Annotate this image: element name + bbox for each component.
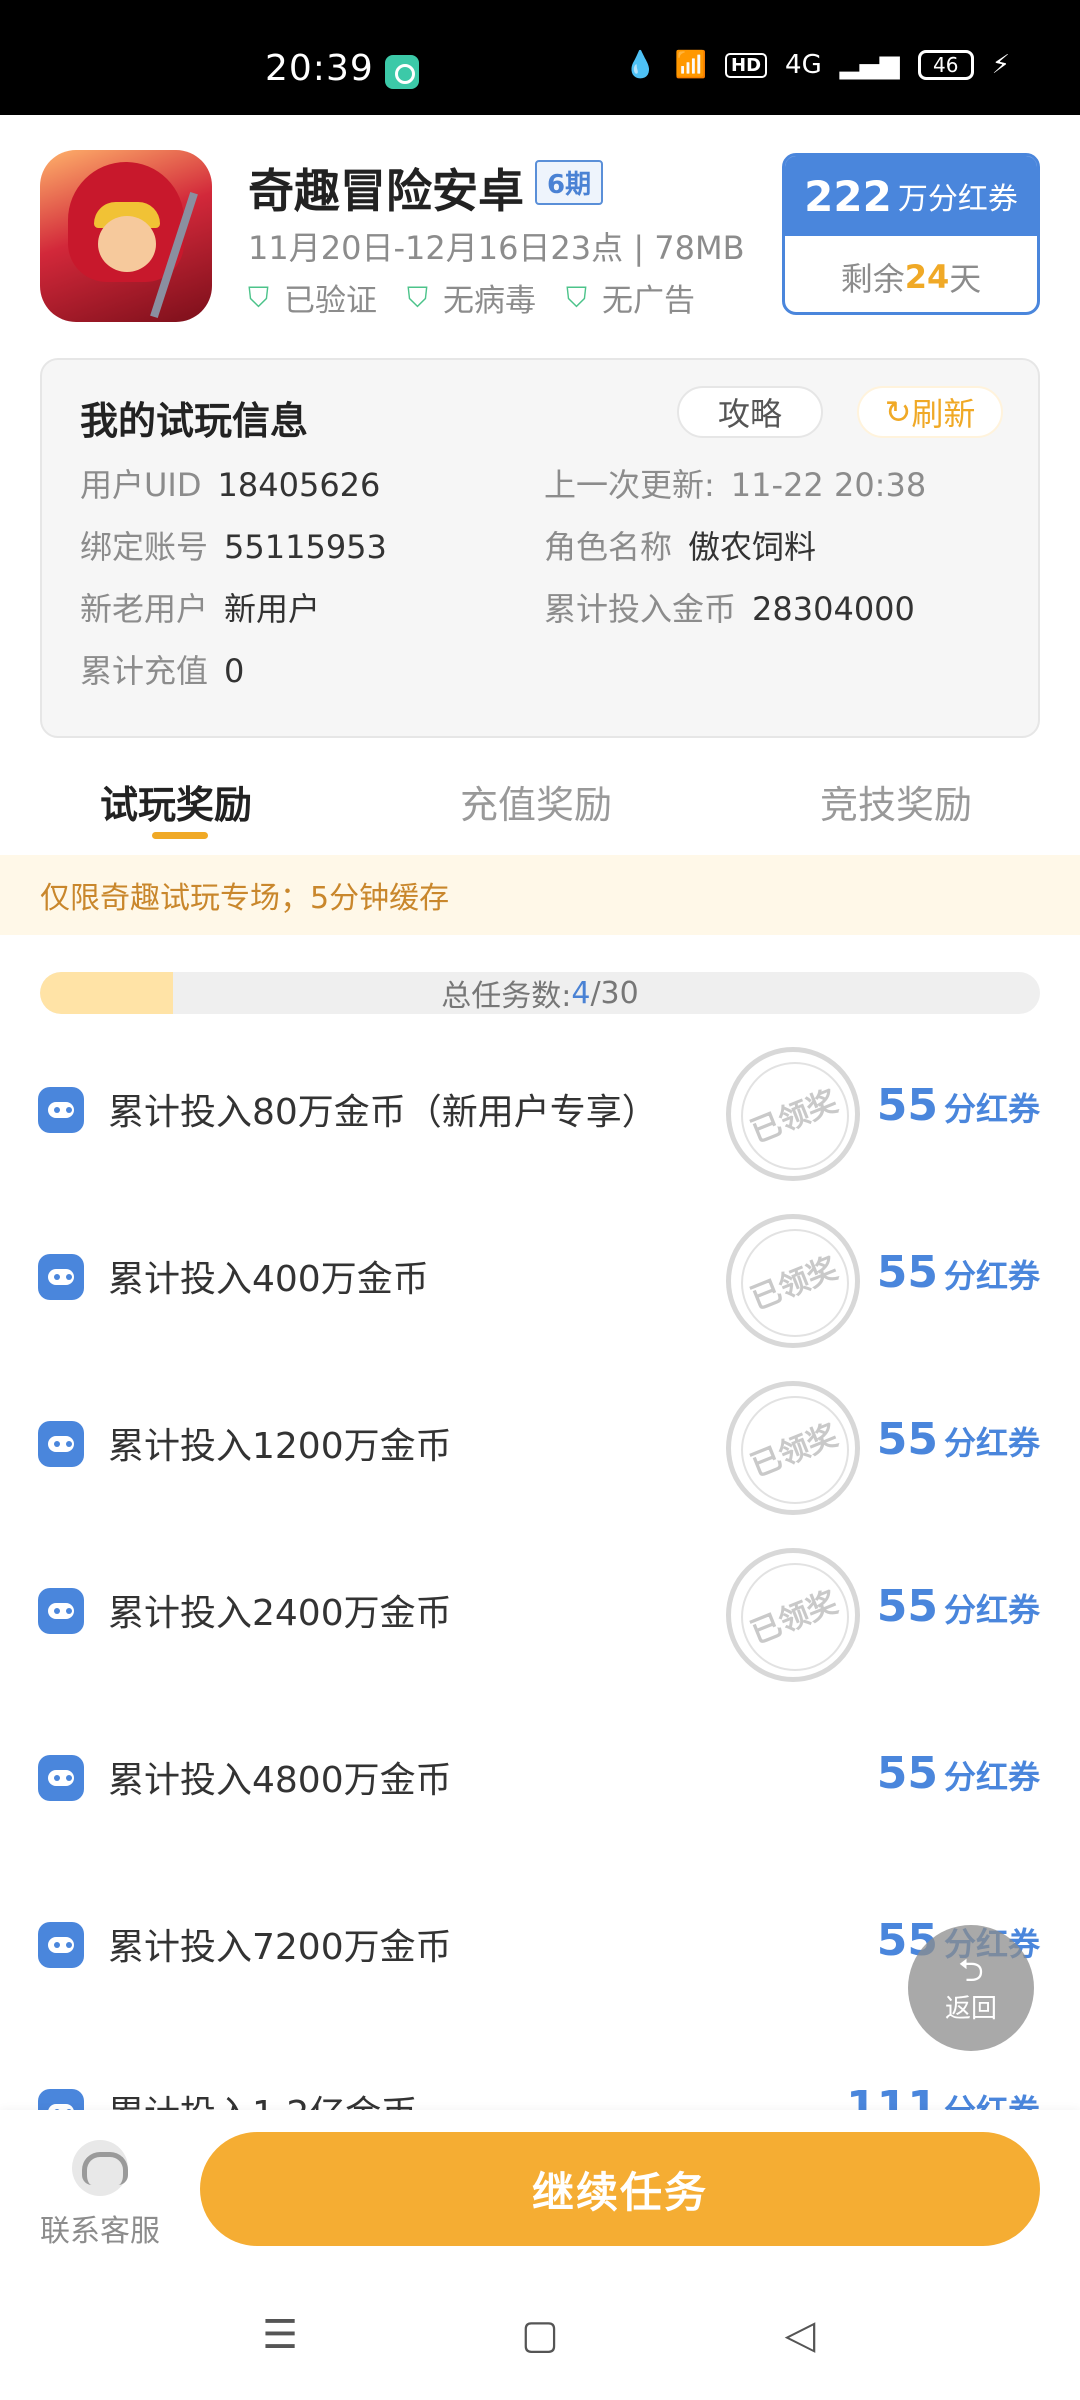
task-reward: 55分红券 xyxy=(876,1581,1040,1632)
task-row[interactable]: 累计投入400万金币 已领奖 55 分红券 xyxy=(0,1192,1080,1359)
task-label: 累计投入400万金币 xyxy=(108,1259,429,1300)
game-title: 奇趣冒险安卓 xyxy=(248,164,524,218)
battery-icon: 46 xyxy=(917,50,974,80)
task-row[interactable]: 累计投入80万金币（新用户专享） 已领奖 55 分红券 xyxy=(0,1025,1080,1192)
task-label: 累计投入1200万金币 xyxy=(108,1426,452,1467)
task-label: 累计投入1.2亿金币 xyxy=(108,2085,417,2110)
shield-check-icon: ⛉ xyxy=(248,280,270,314)
tab-competition-rewards[interactable]: 竞技奖励 xyxy=(820,774,972,829)
safety-badges: ⛉ 已验证 ⛉ 无病毒 ⛉ 无广告 xyxy=(248,275,695,320)
field-uid: 用户UID 18405626 xyxy=(80,466,381,504)
badge-verified: ⛉ 已验证 xyxy=(248,280,377,319)
claimed-stamp: 已领奖 xyxy=(726,1381,860,1515)
refresh-icon: ↻ xyxy=(884,393,912,431)
field-bound-account: 绑定账号 55115953 xyxy=(80,528,387,566)
wifi-icon: 📶 xyxy=(674,50,708,80)
trial-info-card: 我的试玩信息 攻略 ↻ 刷新 用户UID 18405626 上一次更新: 11-22 … xyxy=(40,358,1040,738)
gamepad-icon xyxy=(38,1922,84,1968)
period-badge: 6期 xyxy=(535,160,604,205)
remaining-days: 剩余 24 天 xyxy=(840,258,982,298)
field-user-type: 新老用户 新用户 xyxy=(80,590,321,628)
shield-check-icon: ⛉ xyxy=(566,280,588,314)
gamepad-icon xyxy=(38,1421,84,1467)
task-label: 累计投入80万金币（新用户专享） xyxy=(108,1092,658,1133)
back-float-button[interactable]: ⮌ 返回 xyxy=(908,1925,1034,2051)
field-total-coins: 累计投入金币 28304000 xyxy=(544,590,915,628)
field-total-recharge: 累计充值 0 xyxy=(80,652,245,690)
back-icon[interactable]: ◁ xyxy=(770,2305,830,2365)
bottom-action-bar: 联系客服 继续任务 xyxy=(0,2110,1080,2260)
task-reward: 55分红券 xyxy=(876,1247,1040,1298)
task-reward: 55分红券 xyxy=(876,1080,1040,1131)
field-role-name: 角色名称 傲农饲料 xyxy=(544,528,817,566)
headset-icon xyxy=(72,2140,128,2196)
reward-amount: 222 万分红券 xyxy=(785,156,1037,236)
signal-icon: ▂▄▆ xyxy=(839,50,900,80)
return-icon: ⮌ xyxy=(958,1950,984,1989)
refresh-button[interactable]: ↻ 刷新 xyxy=(857,386,1003,438)
tab-indicator xyxy=(152,832,208,839)
battery-level: 46 xyxy=(933,53,959,77)
shield-check-icon: ⛉ xyxy=(407,280,429,314)
status-time: 20:39 xyxy=(265,48,374,89)
notice-banner: 仅限奇趣试玩专场；5分钟缓存 xyxy=(0,855,1080,935)
status-bar: 20:39 💧 📶 HD 4G ▂▄▆ 46 ⚡ xyxy=(0,0,1080,115)
menu-icon[interactable]: ☰ xyxy=(250,2305,310,2365)
game-icon xyxy=(40,150,212,322)
game-meta: 11月20日-12月16日23点 | 78MB xyxy=(248,229,745,267)
task-row[interactable]: 累计投入4800万金币 55 分红券 xyxy=(0,1693,1080,1860)
system-nav-bar: ☰ ▢ ◁ xyxy=(0,2260,1080,2400)
gamepad-icon xyxy=(38,1588,84,1634)
task-label: 累计投入4800万金币 xyxy=(108,1760,452,1801)
gamepad-icon xyxy=(38,2089,84,2110)
claimed-stamp: 已领奖 xyxy=(726,1548,860,1682)
home-icon[interactable]: ▢ xyxy=(510,2305,570,2365)
field-last-update: 上一次更新: 11-22 20:38 xyxy=(544,466,927,504)
network-label: 4G xyxy=(785,50,822,80)
tab-trial-rewards[interactable]: 试玩奖励 xyxy=(100,774,252,829)
task-row[interactable]: 累计投入1200万金币 已领奖 55 分红券 xyxy=(0,1359,1080,1526)
task-row[interactable]: 累计投入2400万金币 已领奖 55 分红券 xyxy=(0,1526,1080,1693)
charging-icon: ⚡ xyxy=(991,50,1010,80)
total-reward-box: 222 万分红券 剩余 24 天 xyxy=(782,153,1040,315)
guide-button[interactable]: 攻略 xyxy=(677,386,823,438)
task-list: 累计投入80万金币（新用户专享） 已领奖 55 分红券 累计投入400万金币 已领奖 55 分… xyxy=(0,1025,1080,2110)
task-reward: 55分红券 xyxy=(876,1414,1040,1465)
notification-app-icon xyxy=(385,55,419,89)
gamepad-icon xyxy=(38,1254,84,1300)
task-label: 累计投入7200万金币 xyxy=(108,1927,452,1968)
claimed-stamp: 已领奖 xyxy=(726,1214,860,1348)
info-title: 我的试玩信息 xyxy=(80,399,309,443)
task-reward: 111分红券 xyxy=(846,2082,1040,2110)
gamepad-icon xyxy=(38,1755,84,1801)
status-icons: 💧 📶 HD 4G ▂▄▆ 46 ⚡ xyxy=(624,50,1010,80)
hd-icon: HD xyxy=(725,52,768,78)
task-progress-bar: 总任务数: 4/30 xyxy=(40,972,1040,1014)
tab-recharge-rewards[interactable]: 充值奖励 xyxy=(460,774,612,829)
gamepad-icon xyxy=(38,1087,84,1133)
task-row[interactable]: 累计投入1.2亿金币 111分红券 xyxy=(0,2027,1080,2110)
task-reward: 55分红券 xyxy=(876,1748,1040,1799)
progress-text: 总任务数: 4/30 xyxy=(441,975,639,1015)
reward-tabs: 试玩奖励 充值奖励 竞技奖励 xyxy=(0,762,1080,852)
customer-service-button[interactable]: 联系客服 xyxy=(30,2140,170,2250)
badge-no-virus: ⛉ 无病毒 xyxy=(407,280,536,319)
app-header: 奇趣冒险安卓 6期 11月20日-12月16日23点 | 78MB ⛉ 已验证 ⛉… xyxy=(0,115,1080,345)
continue-task-button[interactable]: 继续任务 xyxy=(200,2132,1040,2246)
claimed-stamp: 已领奖 xyxy=(726,1047,860,1181)
task-label: 累计投入2400万金币 xyxy=(108,1593,452,1634)
water-drop-icon: 💧 xyxy=(624,50,657,80)
badge-no-ads: ⛉ 无广告 xyxy=(566,280,695,319)
